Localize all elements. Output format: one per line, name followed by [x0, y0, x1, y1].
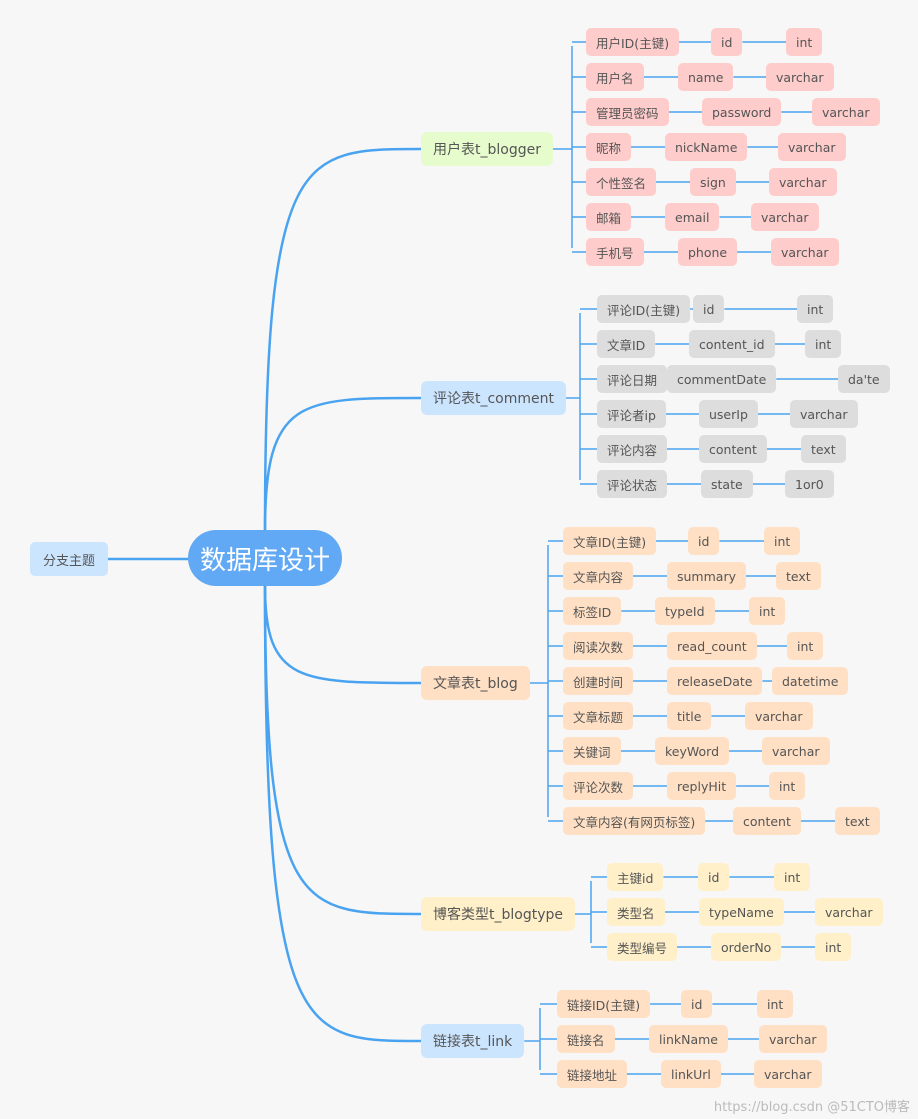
field-column[interactable]: content_id [689, 330, 775, 358]
connector-line [263, 585, 422, 685]
field-type[interactable]: varchar [751, 203, 819, 231]
field-column[interactable]: replyHit [667, 772, 737, 800]
field-column[interactable]: content [699, 435, 767, 463]
field-column[interactable]: id [711, 28, 743, 56]
field-label[interactable]: 文章内容(有网页标签) [563, 807, 706, 835]
field-label[interactable]: 创建时间 [563, 667, 634, 695]
field-type[interactable]: text [776, 562, 821, 590]
field-label[interactable]: 邮箱 [586, 203, 632, 231]
field-type[interactable]: int [805, 330, 842, 358]
field-type[interactable]: text [835, 807, 880, 835]
field-column[interactable]: id [681, 990, 713, 1018]
field-column[interactable]: password [702, 98, 782, 126]
connector-line [263, 585, 422, 916]
field-column[interactable]: nickName [665, 133, 748, 161]
field-column[interactable]: title [667, 702, 712, 730]
field-label[interactable]: 评论日期 [597, 365, 668, 393]
field-type[interactable]: int [764, 527, 801, 555]
field-label[interactable]: 链接名 [557, 1025, 615, 1053]
field-type[interactable]: int [815, 933, 852, 961]
field-label[interactable]: 评论内容 [597, 435, 668, 463]
field-label[interactable]: 主键id [607, 863, 664, 891]
field-label[interactable]: 个性签名 [586, 168, 657, 196]
field-column[interactable]: read_count [667, 632, 757, 660]
field-type[interactable]: int [774, 863, 811, 891]
field-column[interactable]: sign [690, 168, 736, 196]
connector-line [263, 147, 422, 531]
field-label[interactable]: 文章ID(主键) [563, 527, 657, 555]
field-column[interactable]: id [693, 295, 725, 323]
field-label[interactable]: 手机号 [586, 238, 644, 266]
field-label[interactable]: 文章ID [597, 330, 656, 358]
field-column[interactable]: releaseDate [667, 667, 763, 695]
field-column[interactable]: linkName [649, 1025, 728, 1053]
field-type[interactable]: varchar [815, 898, 883, 926]
floating-topic[interactable]: 分支主题 [30, 542, 108, 576]
field-type[interactable]: int [769, 772, 806, 800]
field-column[interactable]: email [665, 203, 720, 231]
field-label[interactable]: 文章标题 [563, 702, 634, 730]
field-column[interactable]: keyWord [655, 737, 730, 765]
field-label[interactable]: 文章内容 [563, 562, 634, 590]
field-type[interactable]: varchar [766, 63, 834, 91]
field-type[interactable]: text [801, 435, 846, 463]
field-column[interactable]: phone [678, 238, 738, 266]
table-node[interactable]: 评论表t_comment [421, 381, 567, 415]
field-label[interactable]: 评论者ip [597, 400, 666, 428]
field-column[interactable]: summary [667, 562, 746, 590]
field-type[interactable]: varchar [745, 702, 813, 730]
field-label[interactable]: 管理员密码 [586, 98, 669, 126]
field-type[interactable]: 1or0 [785, 470, 834, 498]
field-label[interactable]: 用户名 [586, 63, 644, 91]
field-label[interactable]: 用户ID(主键) [586, 28, 680, 56]
field-type[interactable]: da'te [838, 365, 890, 393]
field-column[interactable]: id [698, 863, 730, 891]
field-type[interactable]: int [786, 28, 823, 56]
field-label[interactable]: 标签ID [563, 597, 622, 625]
field-label[interactable]: 类型编号 [607, 933, 678, 961]
field-column[interactable]: name [678, 63, 734, 91]
field-column[interactable]: typeName [699, 898, 784, 926]
table-node[interactable]: 文章表t_blog [421, 666, 530, 700]
field-type[interactable]: datetime [772, 667, 849, 695]
field-column[interactable]: userIp [699, 400, 758, 428]
field-type[interactable]: varchar [812, 98, 880, 126]
field-column[interactable]: typeId [655, 597, 715, 625]
root-topic[interactable]: 数据库设计 [188, 530, 342, 586]
field-type[interactable]: int [749, 597, 786, 625]
connector-line [263, 585, 422, 1043]
field-column[interactable]: orderNo [711, 933, 782, 961]
table-node[interactable]: 用户表t_blogger [421, 132, 553, 166]
table-node[interactable]: 博客类型t_blogtype [421, 897, 575, 931]
field-type[interactable]: int [757, 990, 794, 1018]
field-label[interactable]: 评论ID(主键) [597, 295, 691, 323]
field-type[interactable]: int [797, 295, 834, 323]
field-column[interactable]: id [688, 527, 720, 555]
table-node[interactable]: 链接表t_link [421, 1024, 525, 1058]
field-type[interactable]: int [787, 632, 824, 660]
field-type[interactable]: varchar [790, 400, 858, 428]
field-type[interactable]: varchar [759, 1025, 827, 1053]
field-type[interactable]: varchar [762, 737, 830, 765]
field-label[interactable]: 评论次数 [563, 772, 634, 800]
field-column[interactable]: content [733, 807, 801, 835]
field-type[interactable]: varchar [778, 133, 846, 161]
connector-line [263, 396, 422, 531]
field-type[interactable]: varchar [769, 168, 837, 196]
watermark: https://blog.csdn @51CTO博客 [713, 1100, 910, 1115]
field-column[interactable]: commentDate [667, 365, 777, 393]
field-column[interactable]: state [701, 470, 753, 498]
field-column[interactable]: linkUrl [661, 1060, 721, 1088]
field-label[interactable]: 类型名 [607, 898, 665, 926]
field-label[interactable]: 昵称 [586, 133, 632, 161]
field-label[interactable]: 关键词 [563, 737, 621, 765]
field-type[interactable]: varchar [754, 1060, 822, 1088]
field-label[interactable]: 评论状态 [597, 470, 668, 498]
field-label[interactable]: 链接ID(主键) [557, 990, 651, 1018]
field-label[interactable]: 链接地址 [557, 1060, 628, 1088]
field-label[interactable]: 阅读次数 [563, 632, 634, 660]
field-type[interactable]: varchar [771, 238, 839, 266]
